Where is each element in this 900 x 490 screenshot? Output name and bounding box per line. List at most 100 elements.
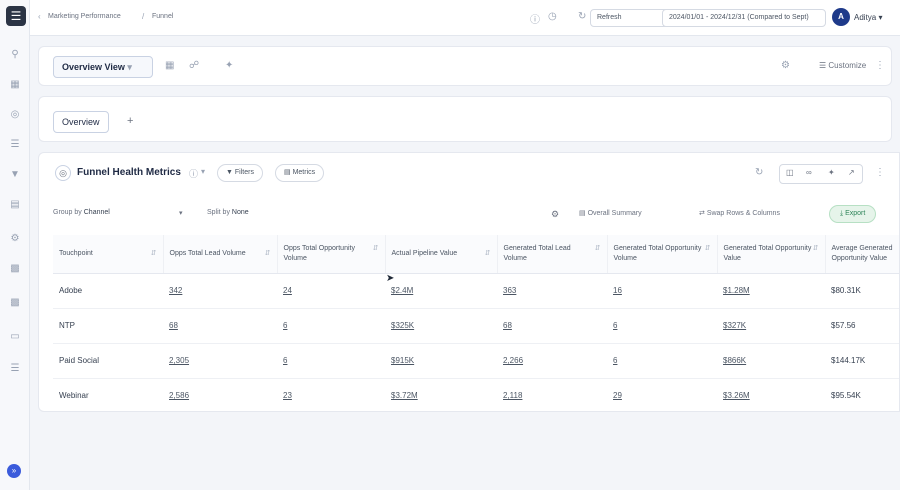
info-icon[interactable]: ⓘ [189, 167, 198, 180]
table-cell-link[interactable]: 6 [277, 308, 385, 344]
date-range-picker[interactable]: 2024/01/01 - 2024/12/31 (Compared to Sep… [662, 9, 826, 27]
dashboard-icon[interactable]: ▦ [8, 78, 22, 92]
table-cell-link[interactable]: $327K [717, 308, 825, 344]
table-cell-link[interactable]: 29 [607, 378, 717, 411]
group-by-select[interactable]: Group by Channel [53, 209, 110, 216]
table-cell-link[interactable]: $325K [385, 308, 497, 344]
table-cell-link[interactable]: 6 [277, 343, 385, 379]
list-icon[interactable]: ☰ [8, 362, 22, 376]
table-cell-link[interactable]: 2,586 [163, 378, 277, 411]
tab-overview[interactable]: Overview [53, 111, 109, 133]
column-header-label: Generated Total Opportunity Volume [613, 244, 702, 262]
table-cell-link[interactable]: $2.4M [385, 273, 497, 309]
link-icon[interactable]: ∞ [806, 168, 812, 177]
more-icon[interactable]: ⋮ [875, 167, 885, 178]
breadcrumb-page[interactable]: Funnel [152, 13, 173, 20]
table-cell-link[interactable]: 68 [497, 308, 607, 344]
settings-icon[interactable]: ⚙ [551, 209, 559, 220]
layers-icon[interactable]: ☰ [8, 138, 22, 152]
filters-button[interactable]: ▼ Filters [217, 164, 263, 182]
grid-icon[interactable]: ▩ [8, 262, 22, 276]
table-cell: Webinar [53, 378, 163, 411]
table-cell-link[interactable]: 2,305 [163, 343, 277, 379]
table-row: Webinar 2,586 23 $3.72M 2,118 29 $3.26M … [53, 378, 899, 411]
split-by-select[interactable]: Split by None [207, 209, 249, 216]
column-header[interactable]: ⇵ Generated Total Opportunity Volume [607, 235, 718, 274]
table-cell-link[interactable]: 2,118 [497, 378, 607, 411]
back-icon[interactable]: ‹ [38, 12, 41, 21]
table-cell: $80.31K [825, 273, 899, 309]
table-cell-link[interactable]: 68 [163, 308, 277, 344]
search-icon[interactable]: ⚲ [8, 48, 22, 62]
funnel-icon[interactable]: ▼ [8, 168, 22, 182]
table-cell-link[interactable]: 6 [607, 343, 717, 379]
avatar[interactable]: A [832, 8, 850, 26]
breadcrumb-app[interactable]: Marketing Performance [48, 13, 121, 20]
metrics-button[interactable]: ▤ Metrics [275, 164, 325, 182]
column-header[interactable]: ⇵ Generated Total Lead Volume [497, 235, 608, 274]
refresh-icon[interactable]: ↻ [755, 167, 763, 178]
refresh-icon[interactable]: ↻ [578, 11, 586, 22]
table-cell-link[interactable]: $866K [717, 343, 825, 379]
overall-summary-toggle[interactable]: ▤ Overall Summary [579, 209, 642, 217]
user-menu[interactable]: Aditya ▾ [854, 13, 882, 22]
folder-icon[interactable]: ▭ [8, 330, 22, 344]
pin-icon[interactable]: ✦ [828, 168, 835, 177]
table-cell-link[interactable]: $3.26M [717, 378, 825, 411]
add-tab-button[interactable]: + [127, 115, 133, 127]
table-cell-link[interactable]: 6 [607, 308, 717, 344]
target-icon[interactable]: ◎ [8, 108, 22, 122]
settings-icon[interactable]: ⚙ [781, 60, 790, 71]
table-cell-link[interactable]: $915K [385, 343, 497, 379]
table-cell-link[interactable]: 16 [607, 273, 717, 309]
panel-title: Funnel Health Metrics [77, 167, 181, 178]
sort-icon[interactable]: ⇵ [373, 244, 379, 254]
share-icon[interactable]: ☍ [189, 60, 199, 71]
chevron-down-icon[interactable]: ▾ [201, 167, 205, 176]
column-header[interactable]: ⇵ Actual Pipeline Value [385, 235, 498, 274]
customize-button[interactable]: ☰ Customize [819, 61, 866, 70]
table-header-row: ⇵ Touchpoint ⇵ Opps Total Lead Volume ⇵ Opp… [53, 235, 899, 274]
sort-icon[interactable]: ⇵ [595, 244, 601, 254]
table-cell-link[interactable]: 23 [277, 378, 385, 411]
refresh-button[interactable]: Refresh [590, 9, 670, 27]
document-icon[interactable]: ▩ [8, 296, 22, 310]
column-header[interactable]: ⇵ Generated Total Opportunity Value [717, 235, 826, 274]
table-cell-link[interactable]: 2,266 [497, 343, 607, 379]
app-logo-icon[interactable]: ☰ [6, 6, 26, 26]
sort-icon[interactable]: ⇵ [485, 249, 491, 259]
more-icon[interactable]: ⋮ [875, 60, 885, 71]
filter-icon: ▼ [226, 169, 233, 176]
settings-icon[interactable]: ⚙ [8, 232, 22, 246]
chevron-down-icon[interactable]: ▾ [179, 209, 183, 217]
sort-icon[interactable]: ⇵ [813, 244, 819, 254]
table-cell: Paid Social [53, 343, 163, 379]
column-header[interactable]: ⇵ Opps Total Lead Volume [163, 235, 278, 274]
history-icon[interactable]: ◷ [548, 11, 557, 22]
swap-rows-columns-toggle[interactable]: ⇄ Swap Rows & Columns [699, 209, 780, 217]
table-cell-link[interactable]: 24 [277, 273, 385, 309]
column-header[interactable]: ⇵ Touchpoint [53, 235, 164, 274]
table-cell: NTP [53, 308, 163, 344]
table-cell-link[interactable]: 363 [497, 273, 607, 309]
copy-icon[interactable]: ◫ [786, 168, 794, 177]
expand-icon[interactable]: ↗ [848, 168, 855, 177]
group-by-value: Channel [83, 209, 110, 216]
download-icon: ⤓ [840, 210, 844, 217]
expand-sidebar-icon[interactable]: » [7, 464, 21, 478]
table-cell-link[interactable]: $1.28M [717, 273, 825, 309]
export-button[interactable]: ⤓ Export [829, 205, 877, 223]
sort-icon[interactable]: ⇵ [151, 249, 157, 259]
chart-icon[interactable]: ▤ [8, 198, 22, 212]
help-icon[interactable]: ⓘ [530, 11, 540, 26]
sort-icon[interactable]: ⇵ [705, 244, 711, 254]
pin-icon[interactable]: ✦ [225, 60, 233, 71]
column-header[interactable]: Average Generated Opportunity Value [825, 235, 899, 274]
column-header[interactable]: ⇵ Opps Total Opportunity Volume [277, 235, 386, 274]
table-row: Adobe 342 24 $2.4M 363 16 $1.28M $80.31K [53, 273, 899, 309]
table-cell-link[interactable]: 342 [163, 273, 277, 309]
sort-icon[interactable]: ⇵ [265, 249, 271, 259]
table-cell-link[interactable]: $3.72M [385, 378, 497, 411]
view-selector[interactable]: Overview View ▾ [53, 56, 153, 78]
save-icon[interactable]: ▦ [165, 60, 174, 71]
